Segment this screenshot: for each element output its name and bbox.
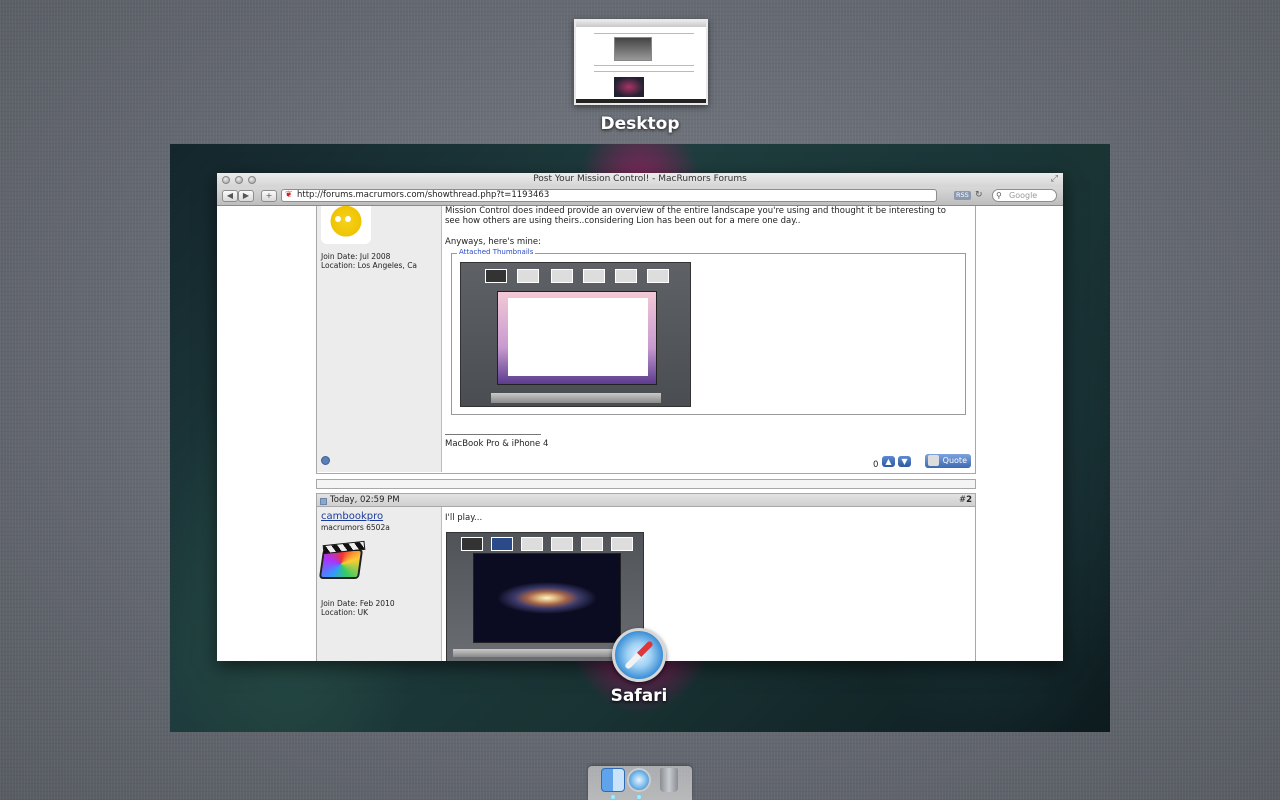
location: Location: Los Angeles, Ca	[321, 261, 418, 270]
attached-thumbnail[interactable]	[460, 262, 691, 407]
favicon-icon: ❦	[285, 190, 293, 200]
thumb	[615, 269, 637, 283]
location: Location: UK	[321, 608, 369, 617]
galaxy-wallpaper	[473, 553, 621, 643]
desktop-label: Desktop	[600, 114, 680, 134]
thumb	[485, 269, 507, 283]
signature-divider	[445, 434, 541, 435]
post-text: I'll play...	[445, 513, 483, 523]
mini-titlebar	[576, 21, 706, 27]
post-number-value: 2	[966, 495, 972, 505]
username-link[interactable]: cambookpro	[321, 511, 383, 522]
thumb-window-content	[508, 298, 648, 376]
search-input[interactable]: ⚲ Google	[992, 189, 1057, 202]
rss-badge[interactable]: RSS	[954, 191, 971, 200]
safari-dock-icon[interactable]	[627, 768, 651, 792]
avatar[interactable]	[321, 206, 371, 244]
back-button[interactable]: ◀	[222, 190, 238, 202]
window-title: Post Your Mission Control! - MacRumors F…	[533, 174, 747, 184]
finder-icon[interactable]	[601, 768, 625, 792]
thumb	[551, 269, 573, 283]
join-date: Join Date: Feb 2010	[321, 599, 395, 608]
safari-icon	[612, 628, 666, 682]
thumb	[611, 537, 633, 551]
thumb	[583, 269, 605, 283]
avatar[interactable]	[318, 540, 369, 583]
thumb-dock	[491, 393, 661, 403]
add-bookmark-button[interactable]: +	[261, 190, 277, 202]
title-bar[interactable]: Post Your Mission Control! - MacRumors F…	[217, 173, 1063, 187]
user-title: macrumors 6502a	[321, 523, 390, 532]
post-text-line: Mission Control does indeed provide an o…	[445, 206, 946, 216]
thumb-window	[497, 291, 657, 385]
toolbar: ◀ ▶ + ❦ http://forums.macrumors.com/show…	[217, 187, 1063, 206]
mini-line	[594, 65, 694, 66]
mini-line	[594, 33, 694, 34]
reputation-count: 0	[873, 460, 879, 470]
attachments-legend: Attached Thumbnails	[457, 248, 536, 256]
post-1-userinfo	[317, 206, 442, 472]
quote-button[interactable]: Quote	[925, 454, 971, 468]
signature: MacBook Pro & iPhone 4	[445, 439, 549, 449]
address-bar[interactable]: ❦ http://forums.macrumors.com/showthread…	[281, 189, 983, 202]
running-indicator	[611, 795, 615, 799]
app-label: Safari	[610, 686, 668, 706]
join-date: Join Date: Jul 2008	[321, 252, 391, 261]
mini-line	[594, 71, 694, 72]
post-2-header: Today, 02:59 PM #2	[316, 493, 976, 507]
desktop-space-thumbnail[interactable]	[574, 19, 708, 105]
post-icon	[320, 498, 327, 505]
search-placeholder: Google	[1009, 191, 1038, 200]
thumbs-down-icon[interactable]: ▼	[898, 456, 911, 467]
thumbs-up-icon[interactable]: ▲	[882, 456, 895, 467]
thumb	[517, 269, 539, 283]
post-text-line: Anyways, here's mine:	[445, 237, 541, 247]
thumb	[647, 269, 669, 283]
search-icon: ⚲	[996, 191, 1002, 200]
post-separator	[316, 479, 976, 489]
post-number-prefix: #	[958, 495, 967, 505]
thumb	[581, 537, 603, 551]
running-indicator	[637, 795, 641, 799]
mini-galaxy	[614, 77, 644, 97]
online-status-icon	[321, 456, 330, 465]
post-date: Today, 02:59 PM	[330, 495, 400, 505]
page-content: Join Date: Jul 2008 Location: Los Angele…	[217, 206, 1063, 661]
mini-screenshot	[614, 37, 652, 61]
thumb	[551, 537, 573, 551]
dock	[588, 766, 692, 800]
thumb	[461, 537, 483, 551]
fullscreen-icon[interactable]: ⤢	[1051, 174, 1058, 184]
url-text: http://forums.macrumors.com/showthread.p…	[297, 190, 550, 200]
reload-icon[interactable]: ↻	[975, 190, 983, 201]
thumb	[491, 537, 513, 551]
mini-dock	[576, 99, 706, 103]
post-number[interactable]: #2	[959, 494, 972, 506]
trash-icon[interactable]	[660, 768, 678, 792]
safari-window[interactable]: Post Your Mission Control! - MacRumors F…	[217, 173, 1063, 661]
thumb	[521, 537, 543, 551]
post-text-line: see how others are using theirs..conside…	[445, 216, 801, 226]
forward-button[interactable]: ▶	[238, 190, 254, 202]
